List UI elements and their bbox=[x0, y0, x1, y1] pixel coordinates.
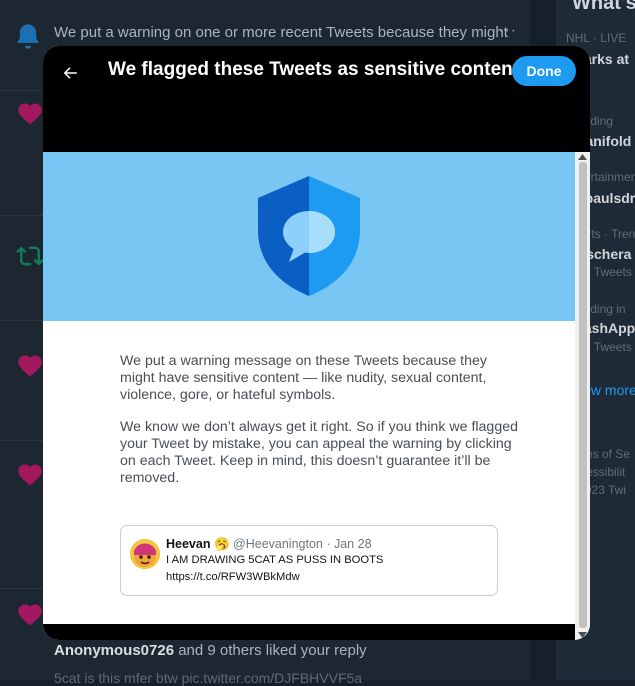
sensitive-content-dialog: We flagged these Tweets as sensitive con… bbox=[43, 46, 590, 640]
done-button[interactable]: Done bbox=[512, 56, 576, 86]
illustration-banner bbox=[43, 152, 575, 321]
tweet-text: I AM DRAWING 5CAT AS PUSS IN BOOTS bbox=[166, 554, 384, 566]
liked-rest-text: and 9 others liked your reply bbox=[174, 642, 367, 659]
scroll-thumb[interactable] bbox=[579, 162, 587, 628]
explanation-paragraph: We put a warning message on these Tweets… bbox=[120, 353, 487, 403]
tweet-author[interactable]: Heevan 🥱 @Heevanington · Jan 28 bbox=[166, 537, 372, 552]
heart-icon bbox=[18, 604, 42, 626]
heart-icon bbox=[18, 355, 42, 377]
dialog-footer bbox=[43, 624, 575, 640]
scroll-down-icon[interactable] bbox=[578, 632, 587, 638]
tweet-author-name[interactable]: Heevan bbox=[166, 537, 210, 551]
liked-user-name[interactable]: Anonymous0726 bbox=[54, 642, 174, 659]
liked-notification[interactable]: Anonymous0726 and 9 others liked your re… bbox=[54, 642, 367, 659]
scroll-up-icon[interactable] bbox=[578, 154, 587, 160]
warning-notice-text[interactable]: We put a warning on one or more recent T… bbox=[54, 24, 508, 41]
tweet-author-handle[interactable]: @Heevanington bbox=[233, 537, 323, 551]
heart-icon bbox=[18, 464, 42, 486]
more-options-icon[interactable]: ··· bbox=[498, 22, 517, 40]
back-button[interactable] bbox=[53, 56, 87, 90]
bell-icon bbox=[17, 24, 39, 49]
avatar-image bbox=[130, 539, 160, 569]
back-arrow-icon bbox=[63, 67, 77, 79]
dialog-title: We flagged these Tweets as sensitive con… bbox=[108, 59, 520, 80]
tweet-date[interactable]: Jan 28 bbox=[334, 537, 372, 551]
tweet-separator: · bbox=[322, 537, 334, 551]
trends-heading: What's bbox=[572, 0, 635, 14]
tweet-link[interactable]: https://t.co/RFW3WBkMdw bbox=[166, 571, 300, 583]
appeal-paragraph: We know we don’t always get it right. So… bbox=[120, 419, 518, 486]
shield-chat-icon bbox=[258, 176, 360, 296]
dialog-scrollbar[interactable] bbox=[575, 152, 590, 640]
flagged-tweet-card[interactable]: Heevan 🥱 @Heevanington · Jan 28 I AM DRA… bbox=[120, 525, 498, 596]
author-emoji-icon: 🥱 bbox=[213, 537, 230, 551]
trend-category: NHL · LIVE bbox=[566, 31, 627, 45]
dialog-header: We flagged these Tweets as sensitive con… bbox=[43, 46, 590, 152]
heart-icon bbox=[18, 103, 42, 125]
retweet-icon bbox=[16, 246, 44, 266]
avatar[interactable] bbox=[130, 539, 160, 569]
reply-tweet-preview[interactable]: 5cat is this mfer btw pic.twitter.com/DJ… bbox=[54, 670, 362, 686]
